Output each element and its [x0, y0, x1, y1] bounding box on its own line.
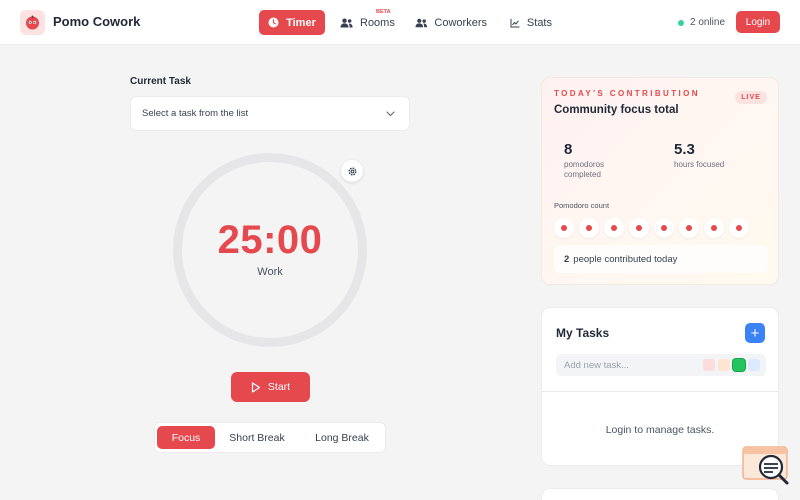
- timer-mode-label: Work: [257, 266, 283, 278]
- people-contributed: 2 people contributed today: [554, 245, 768, 273]
- tab-short-break[interactable]: Short Break: [219, 426, 295, 449]
- add-task-button[interactable]: +: [745, 323, 765, 343]
- chart-icon: [510, 18, 520, 27]
- hours-value: 5.3: [674, 141, 695, 158]
- pomodoro-dot: [604, 218, 624, 238]
- pomodoro-dot: [729, 218, 749, 238]
- color-swatch-green[interactable]: [733, 359, 745, 371]
- color-swatch-pink[interactable]: [703, 359, 715, 371]
- pomodoro-dot: [629, 218, 649, 238]
- users-icon: [415, 18, 428, 27]
- my-tasks-card: My Tasks + Login to manage tasks.: [541, 307, 779, 466]
- tab-long-break[interactable]: Long Break: [301, 426, 383, 449]
- chevron-down-icon: [386, 110, 395, 116]
- tomato-logo-icon[interactable]: [20, 10, 45, 35]
- people-text: people contributed today: [573, 253, 678, 265]
- pomodoro-count-label: Pomodoro count: [554, 201, 610, 210]
- people-count: 2: [564, 253, 570, 265]
- timer-settings-button[interactable]: [341, 160, 363, 182]
- clock-icon: [268, 17, 279, 28]
- nav-coworkers[interactable]: Coworkers: [407, 10, 495, 35]
- tab-focus[interactable]: Focus: [157, 426, 215, 449]
- online-status: 2 online: [678, 17, 725, 28]
- gear-icon: [348, 167, 356, 175]
- color-swatch-peach[interactable]: [718, 359, 730, 371]
- bottom-card: [541, 488, 779, 500]
- users-icon: [340, 18, 353, 27]
- nav-rooms[interactable]: Rooms BETA: [332, 9, 404, 35]
- pomodoro-dot: [654, 218, 674, 238]
- hours-stat: 5.3 hours focused: [664, 132, 768, 182]
- timer-mode-tabs: Focus Short Break Long Break: [154, 422, 386, 453]
- my-tasks-title: My Tasks: [556, 326, 610, 340]
- contribution-card: TODAY'S CONTRIBUTION Community focus tot…: [541, 77, 779, 285]
- pomodoro-dot: [579, 218, 599, 238]
- floating-chat-widget-icon[interactable]: [742, 446, 790, 486]
- contribution-eyebrow: TODAY'S CONTRIBUTION: [554, 89, 700, 98]
- nav-timer[interactable]: Timer: [259, 10, 325, 35]
- online-count: 2 online: [690, 17, 726, 28]
- start-button[interactable]: Start: [231, 372, 310, 402]
- task-select-dropdown[interactable]: Select a task from the list: [130, 96, 410, 131]
- tasks-divider: [542, 391, 778, 392]
- online-dot-icon: [678, 19, 684, 26]
- pomodoro-dot: [679, 218, 699, 238]
- timer-display: 25:00: [217, 218, 323, 262]
- color-swatch-blue[interactable]: [748, 359, 760, 371]
- current-task-label: Current Task: [130, 76, 191, 87]
- pomodoros-label: pomodoros completed: [564, 160, 605, 179]
- nav-coworkers-label: Coworkers: [434, 16, 487, 29]
- top-navbar: Pomo Cowork Timer Rooms BETA Coworkers S…: [0, 0, 800, 45]
- nav-stats[interactable]: Stats: [502, 10, 560, 35]
- new-task-input[interactable]: [564, 354, 694, 376]
- task-select-placeholder: Select a task from the list: [142, 108, 249, 119]
- nav-timer-label: Timer: [286, 16, 316, 29]
- pomodoros-stat: 8 pomodoros completed: [554, 132, 658, 182]
- nav-rooms-label: Rooms: [360, 16, 395, 29]
- tasks-empty-message: Login to manage tasks.: [605, 424, 715, 436]
- live-badge: LIVE: [735, 91, 767, 104]
- pomodoro-dot: [554, 218, 574, 238]
- new-task-row: [556, 354, 766, 376]
- play-icon: [251, 381, 261, 393]
- pomodoros-value: 8: [564, 141, 573, 158]
- beta-badge: BETA: [376, 9, 391, 15]
- pomodoro-dot: [704, 218, 724, 238]
- login-button[interactable]: Login: [736, 11, 780, 33]
- contribution-title: Community focus total: [554, 104, 679, 116]
- nav-stats-label: Stats: [526, 16, 552, 29]
- start-button-label: Start: [267, 381, 291, 393]
- hours-label: hours focused: [674, 160, 725, 169]
- brand-name[interactable]: Pomo Cowork: [53, 14, 140, 29]
